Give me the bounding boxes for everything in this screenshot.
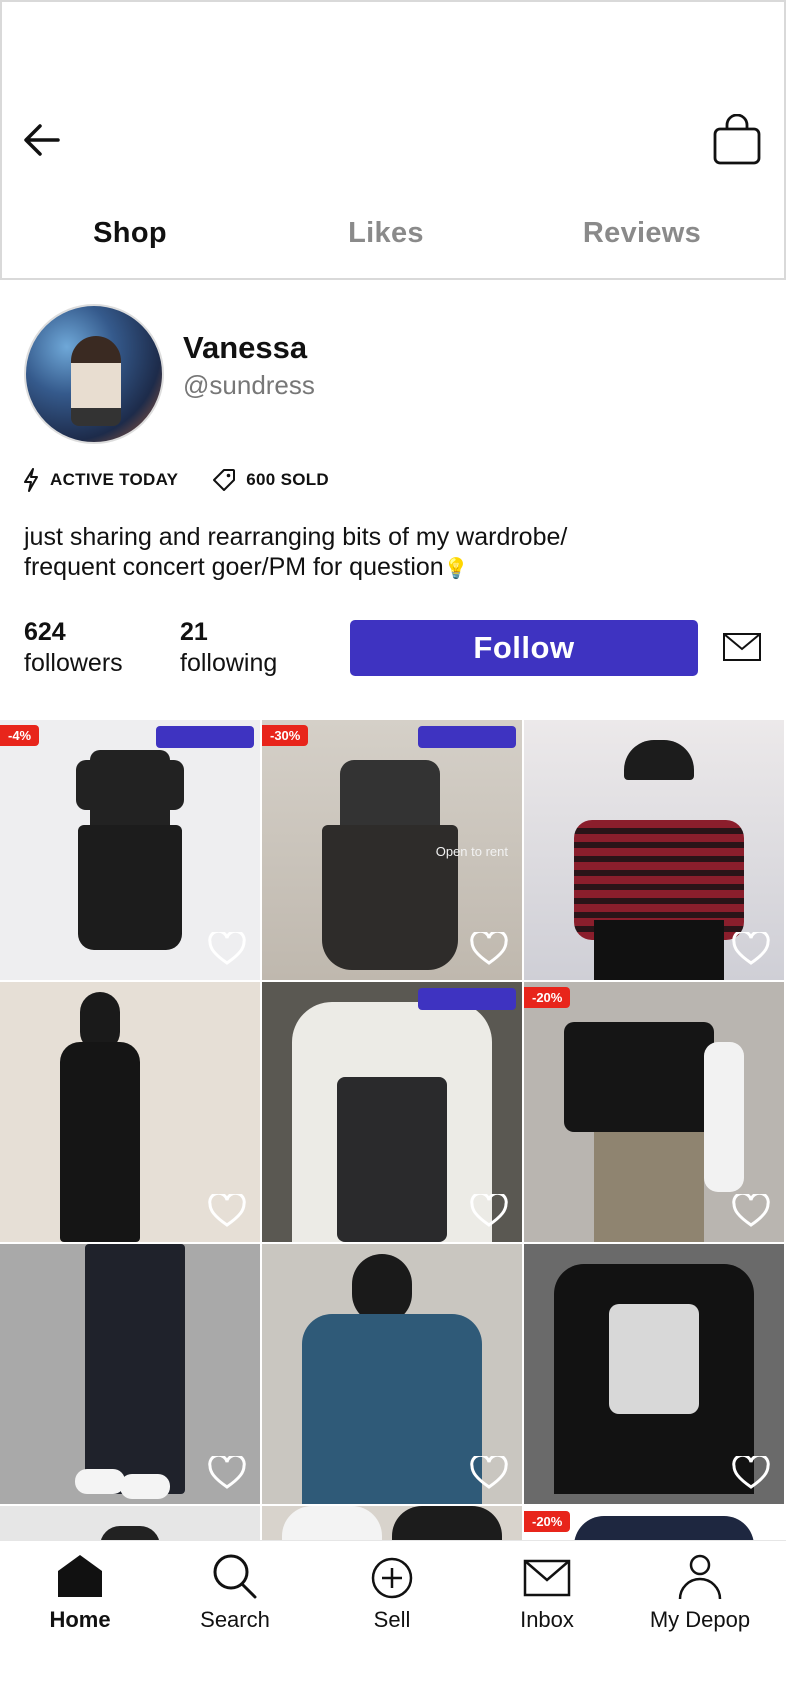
- product-tile[interactable]: -20%: [524, 982, 784, 1242]
- followers-label: followers: [24, 649, 123, 677]
- following-stat[interactable]: 21 following: [180, 618, 277, 678]
- nav-home[interactable]: Home: [5, 1541, 155, 1633]
- promo-tag: [418, 726, 516, 748]
- followers-stat[interactable]: 624 followers: [24, 618, 123, 678]
- nav-label: Sell: [373, 1607, 411, 1632]
- lightning-icon: [24, 468, 38, 492]
- product-tile[interactable]: -4%: [0, 720, 260, 980]
- bottom-navigation: Home Search Sell Inbox My Depop: [0, 1540, 786, 1704]
- discount-badge: -20%: [524, 987, 571, 1008]
- lightbulb-emoji: 💡: [443, 558, 469, 580]
- profile-name: Vanessa: [183, 330, 308, 365]
- promo-tag: [418, 988, 516, 1010]
- profile-tabs: Shop Likes Reviews: [2, 217, 786, 267]
- product-tile[interactable]: -30% Open to rent: [262, 720, 522, 980]
- heart-icon[interactable]: [470, 932, 508, 966]
- arrow-left-icon[interactable]: [22, 120, 62, 160]
- top-navigation-bar: Shop Likes Reviews: [0, 0, 786, 280]
- follow-button[interactable]: Follow: [350, 620, 698, 676]
- price-tag-icon: [213, 469, 236, 491]
- discount-badge: -20%: [524, 1511, 571, 1532]
- nav-label: Inbox: [520, 1607, 574, 1632]
- nav-label: Search: [200, 1607, 270, 1632]
- heart-icon[interactable]: [732, 1194, 770, 1228]
- product-tile[interactable]: [524, 1244, 784, 1504]
- heart-icon[interactable]: [208, 1456, 246, 1490]
- promo-tag: [156, 726, 254, 748]
- heart-icon[interactable]: [470, 1456, 508, 1490]
- nav-search[interactable]: Search: [160, 1541, 310, 1633]
- search-icon: [213, 1554, 257, 1599]
- active-status: ACTIVE TODAY: [50, 470, 179, 489]
- home-icon: [58, 1555, 102, 1597]
- heart-icon[interactable]: [208, 932, 246, 966]
- envelope-icon: [523, 1559, 571, 1597]
- product-tile[interactable]: [524, 720, 784, 980]
- shopping-bag-icon[interactable]: [712, 114, 762, 166]
- profile-meta: ACTIVE TODAY 600 SOLD: [22, 468, 329, 492]
- nav-label: Home: [49, 1607, 111, 1632]
- nav-label: My Depop: [649, 1607, 751, 1632]
- heart-icon[interactable]: [732, 1456, 770, 1490]
- profile-bio: just sharing and rearranging bits of my …: [24, 522, 744, 584]
- rent-label: Open to rent: [435, 844, 508, 859]
- bio-line: frequent concert goer/PM for question💡: [24, 553, 469, 581]
- following-count: 21: [180, 618, 208, 646]
- following-label: following: [180, 649, 278, 677]
- avatar[interactable]: [24, 304, 164, 444]
- product-tile[interactable]: [0, 982, 260, 1242]
- product-tile[interactable]: [0, 1244, 260, 1504]
- discount-badge: -4%: [0, 725, 40, 746]
- nav-sell[interactable]: Sell: [317, 1541, 467, 1633]
- person-icon: [678, 1554, 722, 1599]
- bio-line: just sharing and rearranging bits of my …: [24, 523, 568, 551]
- message-icon[interactable]: [722, 632, 762, 662]
- tab-reviews[interactable]: Reviews: [514, 217, 770, 267]
- nav-my-depop[interactable]: My Depop: [625, 1541, 775, 1633]
- heart-icon[interactable]: [732, 932, 770, 966]
- heart-icon[interactable]: [470, 1194, 508, 1228]
- heart-icon[interactable]: [208, 1194, 246, 1228]
- profile-handle: @sundress: [183, 370, 315, 400]
- followers-count: 624: [24, 618, 66, 646]
- tab-shop[interactable]: Shop: [2, 217, 258, 267]
- tab-likes[interactable]: Likes: [258, 217, 514, 267]
- plus-circle-icon: [371, 1557, 413, 1599]
- product-tile[interactable]: [262, 1244, 522, 1504]
- sold-count: 600 SOLD: [246, 470, 330, 489]
- nav-inbox[interactable]: Inbox: [472, 1541, 622, 1633]
- product-tile[interactable]: [262, 982, 522, 1242]
- discount-badge: -30%: [262, 725, 309, 746]
